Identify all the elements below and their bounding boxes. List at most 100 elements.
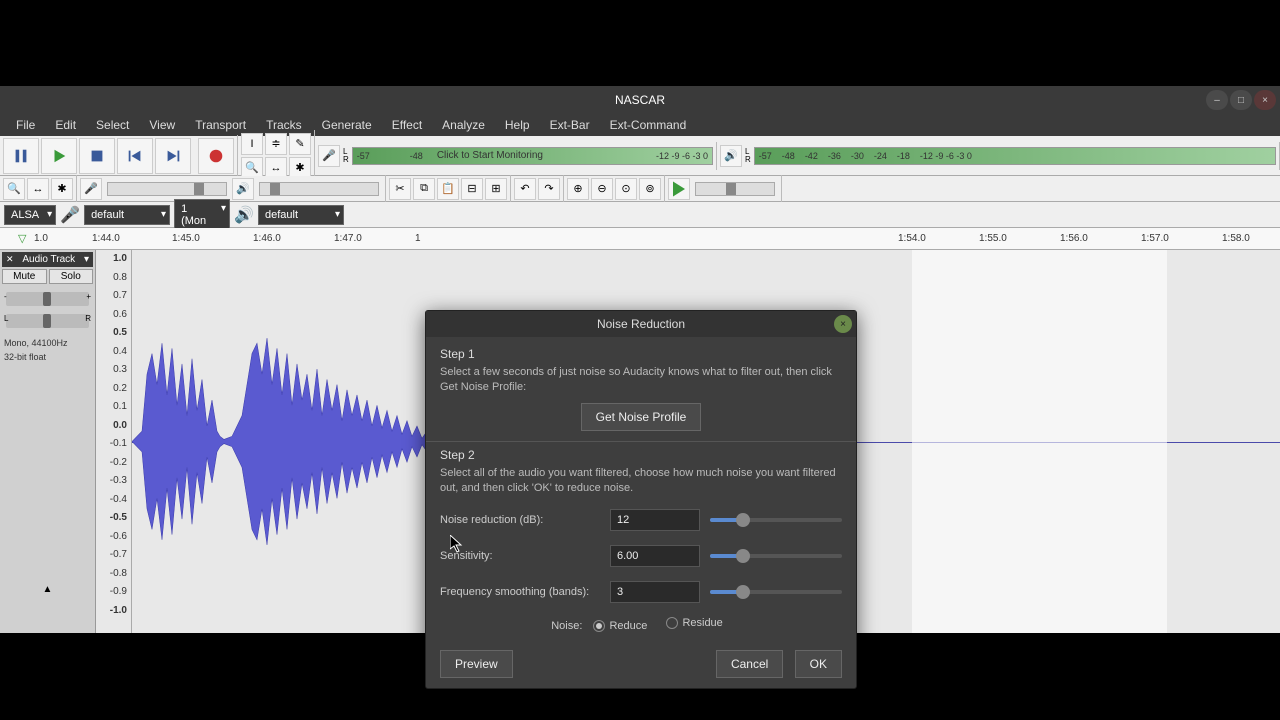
meter-tick: -24 bbox=[874, 151, 887, 161]
menu-generate[interactable]: Generate bbox=[312, 116, 382, 134]
preview-button[interactable]: Preview bbox=[440, 650, 513, 678]
ruler-tick: -0.7 bbox=[110, 549, 127, 560]
ruler-tick: -0.8 bbox=[110, 568, 127, 579]
noise-reduction-slider[interactable] bbox=[710, 518, 842, 522]
transport-toolbar: I ≑ ✎ 🔍 ↔ ✱ 🎤 LR -57 -48 Click to Start … bbox=[0, 136, 1280, 176]
redo-icon[interactable]: ↷ bbox=[538, 178, 560, 200]
ruler-tick: -0.1 bbox=[110, 438, 127, 449]
play-button[interactable] bbox=[41, 138, 77, 174]
play-at-speed-button[interactable] bbox=[668, 178, 690, 200]
meter-tick: -48 bbox=[782, 151, 795, 161]
pause-button[interactable] bbox=[3, 138, 39, 174]
menu-analyze[interactable]: Analyze bbox=[432, 116, 495, 134]
minimize-button[interactable]: – bbox=[1206, 90, 1228, 110]
sensitivity-input[interactable] bbox=[610, 545, 700, 567]
ruler-tick: -1.0 bbox=[110, 605, 127, 616]
stop-button[interactable] bbox=[79, 138, 115, 174]
ruler-tick: -0.4 bbox=[110, 494, 127, 505]
zoom-in-icon[interactable]: 🔍 bbox=[3, 178, 25, 200]
window-buttons: – □ × bbox=[1206, 90, 1276, 110]
frequency-smoothing-input[interactable] bbox=[610, 581, 700, 603]
waveform bbox=[132, 250, 432, 633]
selection-tool-icon[interactable]: I bbox=[241, 133, 263, 155]
paste-icon[interactable]: 📋 bbox=[437, 178, 459, 200]
zoom-out-button[interactable]: ⊖ bbox=[591, 178, 613, 200]
playback-meter[interactable]: -57-48-42-36-30-24-18-12 -9 -6 -3 0 bbox=[754, 147, 1276, 165]
recording-volume-slider[interactable] bbox=[107, 182, 227, 196]
draw-tool-icon[interactable]: ✎ bbox=[289, 133, 311, 155]
ruler-tick: -0.6 bbox=[110, 531, 127, 542]
fit-project-icon[interactable]: ✱ bbox=[51, 178, 73, 200]
pan-slider[interactable]: L R bbox=[6, 314, 89, 328]
meter-tick: -57 bbox=[759, 151, 772, 161]
menu-file[interactable]: File bbox=[6, 116, 45, 134]
noise-reduction-input[interactable] bbox=[610, 509, 700, 531]
reduce-radio[interactable]: Reduce bbox=[593, 620, 647, 632]
playback-device-combo[interactable]: default bbox=[258, 205, 344, 225]
frequency-smoothing-slider[interactable] bbox=[710, 590, 842, 594]
trim-icon[interactable]: ⊟ bbox=[461, 178, 483, 200]
zoom-toggle-button[interactable]: ⊚ bbox=[639, 178, 661, 200]
skip-start-button[interactable] bbox=[117, 138, 153, 174]
solo-button[interactable]: Solo bbox=[49, 269, 94, 284]
track-bit-depth: 32-bit float bbox=[2, 350, 93, 364]
noise-mode-label: Noise: bbox=[551, 620, 582, 632]
noise-reduction-label: Noise reduction (dB): bbox=[440, 514, 600, 526]
residue-radio[interactable]: Residue bbox=[666, 617, 722, 629]
speaker-icon: 🔊 bbox=[720, 145, 742, 167]
maximize-button[interactable]: □ bbox=[1230, 90, 1252, 110]
timeline-tick: 1:56.0 bbox=[1060, 233, 1088, 244]
mute-button[interactable]: Mute bbox=[2, 269, 47, 284]
noise-reduction-dialog: Noise Reduction × Step 1 Select a few se… bbox=[425, 310, 857, 689]
close-button[interactable]: × bbox=[1254, 90, 1276, 110]
menu-ext-bar[interactable]: Ext-Bar bbox=[540, 116, 600, 134]
record-button[interactable] bbox=[198, 138, 234, 174]
menu-edit[interactable]: Edit bbox=[45, 116, 86, 134]
sensitivity-slider[interactable] bbox=[710, 554, 842, 558]
timeline-tick: 1 bbox=[415, 233, 421, 244]
zoom-in-button[interactable]: ⊕ bbox=[567, 178, 589, 200]
meter-tick: -12 -9 -6 -3 0 bbox=[920, 151, 972, 161]
ok-button[interactable]: OK bbox=[795, 650, 842, 678]
audio-host-combo[interactable]: ALSA bbox=[4, 205, 56, 225]
mic-icon: 🎤 bbox=[60, 205, 80, 225]
undo-icon[interactable]: ↶ bbox=[514, 178, 536, 200]
timeline-tick: 1:58.0 bbox=[1222, 233, 1250, 244]
dialog-title-bar[interactable]: Noise Reduction × bbox=[426, 311, 856, 337]
ruler-tick: 0.4 bbox=[113, 346, 127, 357]
cancel-button[interactable]: Cancel bbox=[716, 650, 783, 678]
fit-width-icon[interactable]: ↔ bbox=[27, 178, 49, 200]
envelope-tool-icon[interactable]: ≑ bbox=[265, 133, 287, 155]
menu-effect[interactable]: Effect bbox=[382, 116, 432, 134]
silence-icon[interactable]: ⊞ bbox=[485, 178, 507, 200]
cut-icon[interactable]: ✂ bbox=[389, 178, 411, 200]
menu-select[interactable]: Select bbox=[86, 116, 139, 134]
ruler-tick: 0.7 bbox=[113, 290, 127, 301]
skip-end-button[interactable] bbox=[155, 138, 191, 174]
copy-icon[interactable]: ⧉ bbox=[413, 178, 435, 200]
gain-slider[interactable]: - + bbox=[6, 292, 89, 306]
playback-volume-slider[interactable] bbox=[259, 182, 379, 196]
menu-view[interactable]: View bbox=[139, 116, 185, 134]
ruler-tick: -0.3 bbox=[110, 475, 127, 486]
get-noise-profile-button[interactable]: Get Noise Profile bbox=[581, 403, 702, 431]
playback-speed-slider[interactable] bbox=[695, 182, 775, 196]
timeline-ruler[interactable]: ▽ 1.01:44.01:45.01:46.01:47.011:54.01:55… bbox=[0, 228, 1280, 250]
recording-channels-combo[interactable]: 1 (Mon bbox=[174, 199, 230, 231]
ruler-tick: -0.9 bbox=[110, 586, 127, 597]
menu-help[interactable]: Help bbox=[495, 116, 540, 134]
dialog-title: Noise Reduction bbox=[597, 317, 685, 331]
ruler-tick: 0.1 bbox=[113, 401, 127, 412]
rec-meter-lr: LR bbox=[343, 148, 349, 164]
meter-click-text: Click to Start Monitoring bbox=[437, 150, 543, 161]
recording-device-combo[interactable]: default bbox=[84, 205, 170, 225]
track-menu[interactable]: ✕ Audio Track ▾ bbox=[2, 252, 93, 267]
menu-ext-command[interactable]: Ext-Command bbox=[600, 116, 697, 134]
timeline-tick: 1:44.0 bbox=[92, 233, 120, 244]
recording-meter[interactable]: -57 -48 Click to Start Monitoring -12 -9… bbox=[352, 147, 713, 165]
zoom-sel-button[interactable]: ⊙ bbox=[615, 178, 637, 200]
collapse-icon[interactable]: ▲ bbox=[2, 584, 93, 595]
dialog-close-button[interactable]: × bbox=[834, 315, 852, 333]
step2-label: Step 2 bbox=[440, 448, 842, 462]
play-head-icon: ▽ bbox=[18, 232, 26, 245]
